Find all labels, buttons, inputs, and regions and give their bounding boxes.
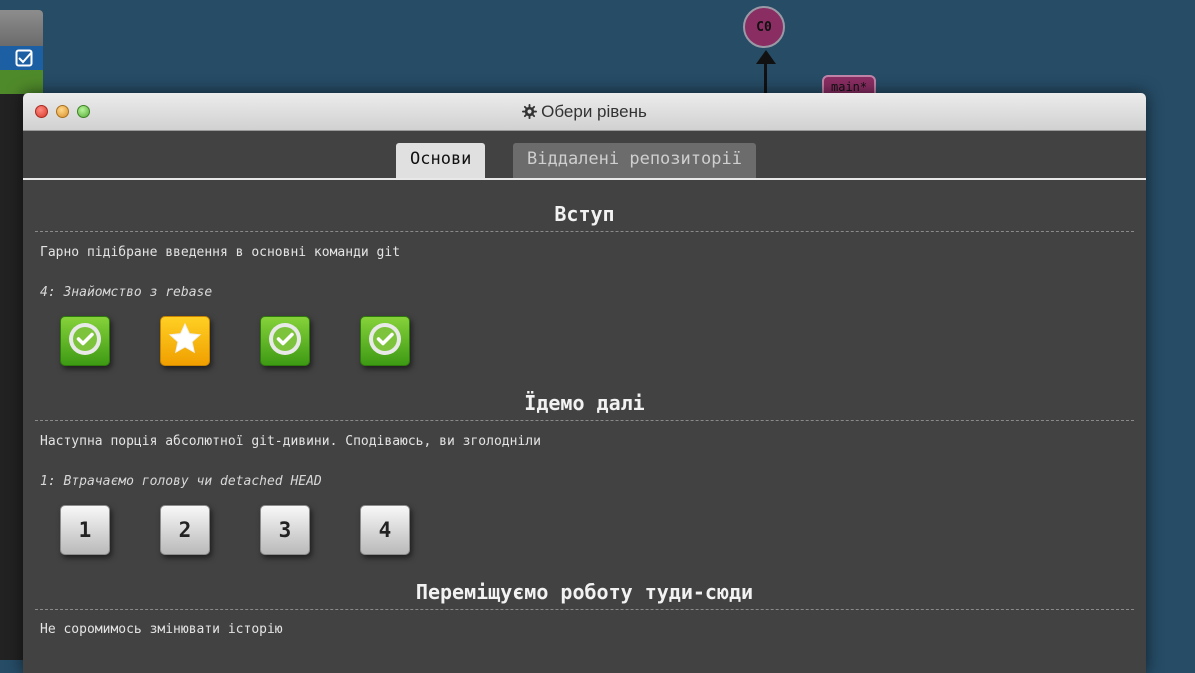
section-title: Їдемо далі xyxy=(524,391,645,415)
level-button[interactable]: 1 xyxy=(60,505,110,555)
section-description: Не соромимось змінювати історію xyxy=(40,622,283,637)
background-panel-row xyxy=(0,46,43,70)
section-description: Гарно підібране введення в основні коман… xyxy=(40,245,401,260)
level-button[interactable] xyxy=(360,316,410,366)
check-icon xyxy=(366,320,404,362)
background-panel-header xyxy=(0,10,43,46)
level-button[interactable] xyxy=(60,316,110,366)
level-section: Переміщуємо роботу туди-сюди Не соромимо… xyxy=(23,557,1146,638)
level-button[interactable]: 2 xyxy=(160,505,210,555)
level-section: Їдемо далі Наступна порція абсолютної gi… xyxy=(23,368,1146,557)
tab-remote[interactable]: Віддалені репозиторії xyxy=(513,143,756,178)
level-buttons: 1 2 3 4 xyxy=(23,505,1146,557)
window-titlebar: Обери рівень xyxy=(23,93,1146,131)
level-select-window: Обери рівень Основи Віддалені репозиторі… xyxy=(23,93,1146,673)
check-icon xyxy=(66,320,104,362)
checkbox-icon xyxy=(15,49,33,71)
background-panel-row xyxy=(0,70,43,94)
check-icon xyxy=(266,320,304,362)
tab-bar: Основи Віддалені репозиторії xyxy=(23,131,1146,180)
commit-node[interactable]: C0 xyxy=(743,6,785,48)
current-level-label: 1: Втрачаємо голову чи detached HEAD xyxy=(40,474,322,489)
section-title: Вступ xyxy=(554,202,615,226)
section-description: Наступна порція абсолютної git-дивини. С… xyxy=(40,434,541,449)
current-level-label: 4: Знайомство з rebase xyxy=(40,285,213,300)
star-icon xyxy=(167,321,203,361)
level-button[interactable] xyxy=(160,316,210,366)
level-section: Вступ Гарно підібране введення в основні… xyxy=(23,180,1146,368)
window-title-text: Обери рівень xyxy=(541,102,647,121)
level-button[interactable]: 3 xyxy=(260,505,310,555)
tab-basics[interactable]: Основи xyxy=(396,143,486,178)
section-title: Переміщуємо роботу туди-сюди xyxy=(415,580,754,604)
level-button[interactable] xyxy=(260,316,310,366)
level-buttons xyxy=(23,316,1146,368)
gear-icon xyxy=(522,104,538,124)
level-button[interactable]: 4 xyxy=(360,505,410,555)
window-title: Обери рівень xyxy=(23,102,1146,124)
